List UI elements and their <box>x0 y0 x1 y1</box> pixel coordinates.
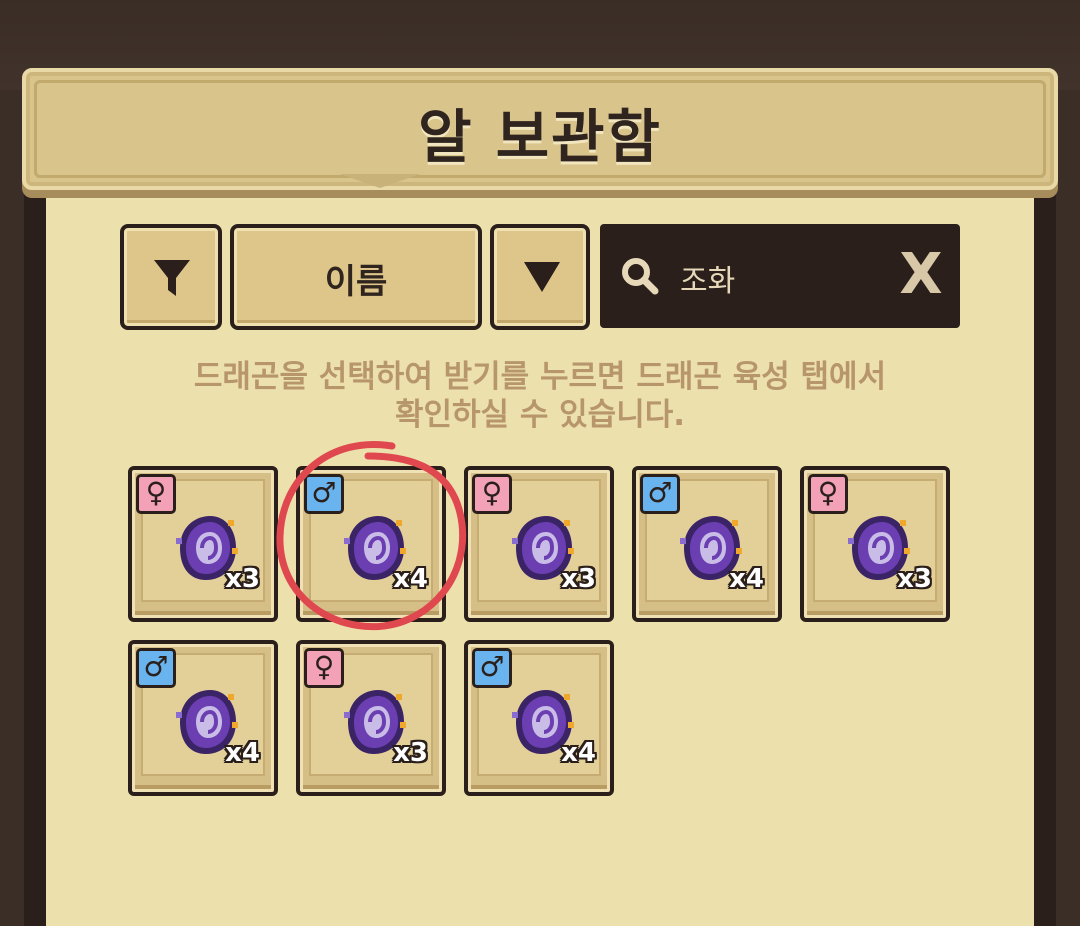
egg-count: x4 <box>561 738 596 768</box>
male-icon: ♂ <box>136 648 176 688</box>
egg-slot[interactable]: ♀ x3 <box>296 640 446 796</box>
filter-icon <box>154 260 190 296</box>
search-icon <box>622 258 659 295</box>
page-title: 알 보관함 <box>418 103 662 171</box>
egg-slot[interactable]: ♂ x4 <box>296 466 446 622</box>
egg-slot[interactable]: ♀ x3 <box>128 466 278 622</box>
egg-slot[interactable]: ♀ x3 <box>464 466 614 622</box>
egg-count: x4 <box>225 738 260 768</box>
egg-count: x4 <box>393 564 428 594</box>
egg-slot[interactable]: ♂ x4 <box>464 640 614 796</box>
sort-by-button[interactable]: 이름 <box>230 224 482 330</box>
egg-count: x3 <box>393 738 428 768</box>
female-icon: ♀ <box>304 648 344 688</box>
egg-slot[interactable]: ♂ x4 <box>128 640 278 796</box>
egg-count: x3 <box>225 564 260 594</box>
male-icon: ♂ <box>640 474 680 514</box>
filter-button[interactable] <box>120 224 222 330</box>
female-icon: ♀ <box>136 474 176 514</box>
search-input[interactable]: 조화 X <box>600 224 960 328</box>
search-value: 조화 <box>680 264 736 299</box>
egg-slot[interactable]: ♂ x4 <box>632 466 782 622</box>
egg-count: x3 <box>897 564 932 594</box>
sort-order-button[interactable] <box>490 224 590 330</box>
sort-by-label: 이름 <box>324 262 388 302</box>
female-icon: ♀ <box>808 474 848 514</box>
egg-slot[interactable]: ♀ x3 <box>800 466 950 622</box>
egg-count: x4 <box>729 564 764 594</box>
male-icon: ♂ <box>304 474 344 514</box>
triangle-down-icon <box>524 262 560 292</box>
hint-text: 드래곤을 선택하여 받기를 누르면 드래곤 육성 탭에서 확인하실 수 있습니다… <box>193 359 887 433</box>
clear-search-button[interactable]: X <box>896 242 946 307</box>
female-icon: ♀ <box>472 474 512 514</box>
male-icon: ♂ <box>472 648 512 688</box>
egg-count: x3 <box>561 564 596 594</box>
title-banner: 알 보관함 <box>22 68 1058 190</box>
